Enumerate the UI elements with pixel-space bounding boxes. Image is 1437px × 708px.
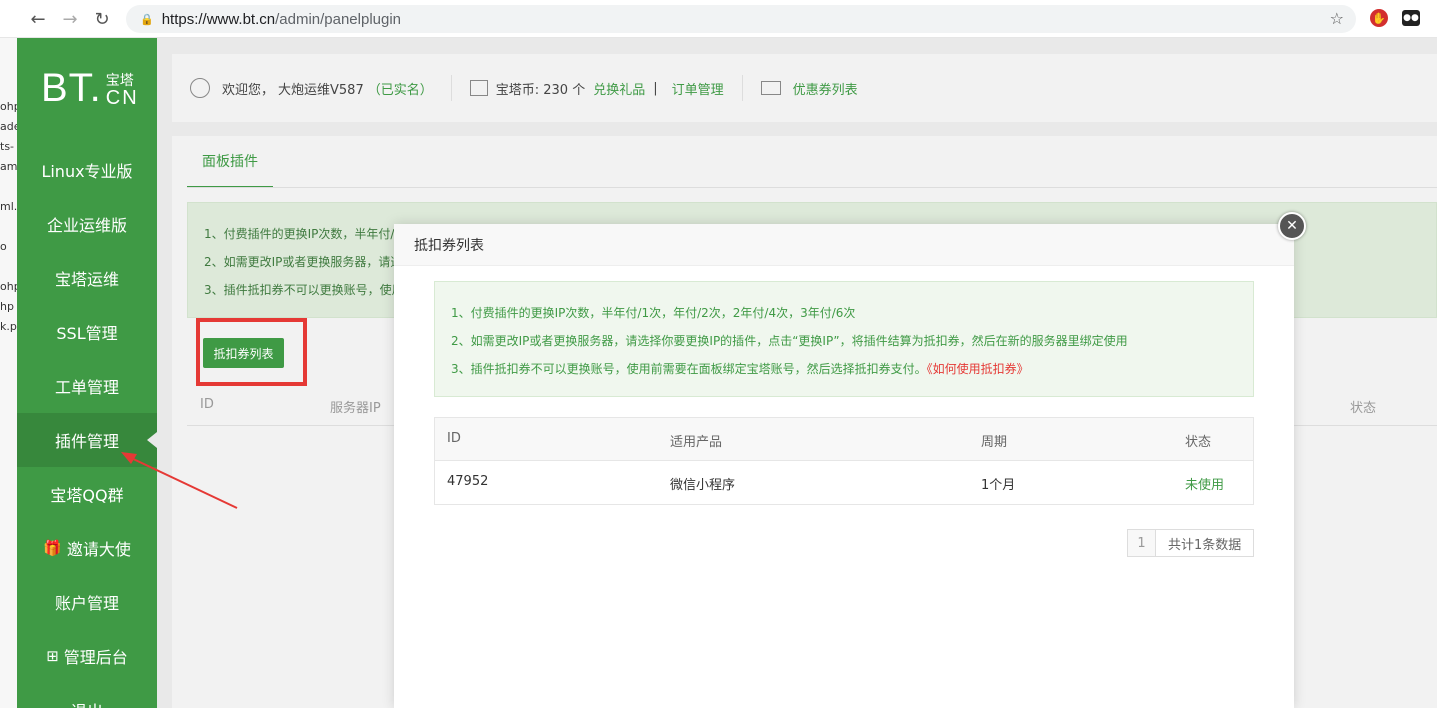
total-count: 共计1条数据 <box>1168 537 1242 553</box>
notice-line: 1、付费插件的更换IP次数，半年付/1次，年付/2次，2年付/4次，3年付/6次 <box>451 306 856 320</box>
sidebar-item-enterprise[interactable]: 企业运维版 <box>17 197 157 251</box>
pagination: 1 共计1条数据 <box>1127 529 1255 557</box>
notice-line: 2、如需更改IP或者更换服务器，请选 <box>204 255 403 269</box>
back-icon[interactable]: ← <box>22 3 54 35</box>
sidebar-item-ssl[interactable]: SSL管理 <box>17 305 157 359</box>
strip-text: ts- <box>0 140 15 153</box>
verified-badge: （已实名） <box>367 82 433 98</box>
lock-icon: 🔒 <box>140 12 154 26</box>
column-header: 周期 <box>981 435 1008 450</box>
strip-text: ade <box>0 120 17 133</box>
sidebar: BT. 宝塔 CN Linux专业版 企业运维版 宝塔运维 SSL管理 工单管理… <box>17 38 157 708</box>
divider <box>450 75 452 101</box>
sidebar-item-label: 邀请大使 <box>66 540 131 559</box>
sidebar-item-label: 退出 <box>71 698 103 708</box>
table-row: 47952 微信小程序 1个月 未使用 <box>435 461 1253 504</box>
bookmark-star-icon[interactable]: ☆ <box>1330 9 1344 28</box>
sidebar-item-tickets[interactable]: 工单管理 <box>17 359 157 413</box>
order-management-link[interactable]: 订单管理 <box>672 79 724 98</box>
forward-icon[interactable]: → <box>54 3 86 35</box>
sidebar-item-label: 企业运维版 <box>46 216 127 235</box>
divider <box>741 75 743 101</box>
strip-text: amp <box>0 160 17 173</box>
sidebar-item-label: Linux专业版 <box>41 162 133 181</box>
background-window-strip: ohp ade ts- amp ml.p o ohp hp k.pl <box>0 38 17 708</box>
column-header: 服务器IP <box>330 401 381 416</box>
cell-period: 1个月 <box>981 478 1016 493</box>
strip-text: o <box>0 240 7 253</box>
coupon-table: ID 适用产品 周期 状态 47952 微信小程序 1个月 未使用 <box>434 417 1254 505</box>
tab-panel-plugins[interactable]: 面板插件 <box>187 136 273 188</box>
coin-balance: 宝塔币: 230 个 <box>495 82 586 98</box>
url-text: https://www.bt.cn/admin/panelplugin <box>161 10 402 28</box>
close-icon[interactable]: ✕ <box>1278 212 1306 240</box>
column-header: 适用产品 <box>670 435 723 450</box>
help-link[interactable]: 《如何使用抵扣券》 <box>927 362 1029 376</box>
table-header: ID 适用产品 周期 状态 <box>435 418 1253 461</box>
address-bar[interactable]: 🔒 https://www.bt.cn/admin/panelplugin ☆ <box>126 5 1356 33</box>
annotation-arrow <box>121 452 238 509</box>
exchange-gift-link[interactable]: 兑换礼品 <box>593 79 645 98</box>
sidebar-item-label: 账户管理 <box>54 594 119 613</box>
adblock-extension-icon[interactable]: ✋ <box>1370 9 1388 27</box>
notice-line: 1、付费插件的更换IP次数，半年付/ <box>204 227 395 241</box>
reload-icon[interactable]: ↻ <box>86 3 118 35</box>
logo-bt: BT. <box>41 66 102 110</box>
column-header: 状态 <box>1350 401 1377 416</box>
sidebar-item-account[interactable]: 账户管理 <box>17 575 157 629</box>
username: 大炮运维V587 <box>278 82 364 98</box>
modal-notice: 1、付费插件的更换IP次数，半年付/1次，年付/2次，2年付/4次，3年付/6次… <box>434 281 1254 397</box>
extension-icon[interactable]: ●● <box>1402 10 1420 26</box>
sidebar-item-label: 插件管理 <box>54 432 119 451</box>
page-number[interactable]: 1 <box>1128 530 1156 556</box>
highlight-box <box>196 318 307 386</box>
sidebar-item-ops[interactable]: 宝塔运维 <box>17 251 157 305</box>
strip-text: k.pl <box>0 320 17 333</box>
ticket-icon <box>760 81 781 95</box>
bt-logo[interactable]: BT. 宝塔 CN <box>41 68 139 108</box>
sidebar-item-label: 工单管理 <box>54 378 119 397</box>
sidebar-item-label: 管理后台 <box>63 648 128 667</box>
user-icon <box>190 78 210 98</box>
strip-text: hp <box>0 300 14 313</box>
column-header: ID <box>200 397 214 412</box>
gift-icon <box>469 80 488 96</box>
logo-cn: 宝塔 CN <box>106 74 139 108</box>
gift-icon: 🎁 <box>43 539 62 557</box>
notice-text: 3、插件抵扣券不可以更换账号，使用前需要在面板绑定宝塔账号，然后选择抵扣券支付。 <box>451 362 927 376</box>
notice-line: 3、插件抵扣券不可以更换账号，使用 <box>204 283 404 297</box>
modal-title: 抵扣券列表 <box>394 224 1294 266</box>
cell-product: 微信小程序 <box>670 478 736 493</box>
sidebar-item-logout[interactable]: 退出 <box>17 683 157 708</box>
cell-id: 47952 <box>447 474 489 489</box>
strip-text: ml.p <box>0 200 17 213</box>
column-header: ID <box>447 431 461 446</box>
column-header: 状态 <box>1185 435 1212 450</box>
text-divider: | <box>653 80 658 96</box>
strip-text: ohp <box>0 100 17 113</box>
strip-text: ohp <box>0 280 17 293</box>
notice-line: 3、插件抵扣券不可以更换账号，使用前需要在面板绑定宝塔账号，然后选择抵扣券支付。… <box>451 360 1029 377</box>
coupon-list-modal: 抵扣券列表 1、付费插件的更换IP次数，半年付/1次，年付/2次，2年付/4次，… <box>394 224 1294 708</box>
sidebar-item-label: SSL管理 <box>56 324 118 343</box>
user-header: 欢迎您， 大炮运维V587 （已实名） 宝塔币: 230 个 兑换礼品 | 订单… <box>172 54 1437 122</box>
notice-line: 2、如需更改IP或者更换服务器，请选择你要更换IP的插件，点击“更换IP”，将插… <box>451 334 1128 348</box>
grid-icon: ⊞ <box>46 647 59 665</box>
sidebar-item-linux-pro[interactable]: Linux专业版 <box>17 143 157 197</box>
coupon-list-link[interactable]: 优惠券列表 <box>793 79 858 98</box>
sidebar-item-label: 宝塔运维 <box>54 270 119 289</box>
sidebar-item-admin[interactable]: ⊞ 管理后台 <box>17 629 157 683</box>
tab-divider <box>187 187 1437 188</box>
cell-status: 未使用 <box>1185 478 1225 493</box>
logo-cn-bottom: CN <box>105 87 139 109</box>
browser-toolbar: ← → ↻ 🔒 https://www.bt.cn/admin/panelplu… <box>0 0 1437 38</box>
logo-cn-top: 宝塔 <box>105 73 134 89</box>
welcome-text: 欢迎您， <box>222 82 275 98</box>
sidebar-item-label: 宝塔QQ群 <box>50 486 124 505</box>
sidebar-item-invite[interactable]: 🎁 邀请大使 <box>17 521 157 575</box>
